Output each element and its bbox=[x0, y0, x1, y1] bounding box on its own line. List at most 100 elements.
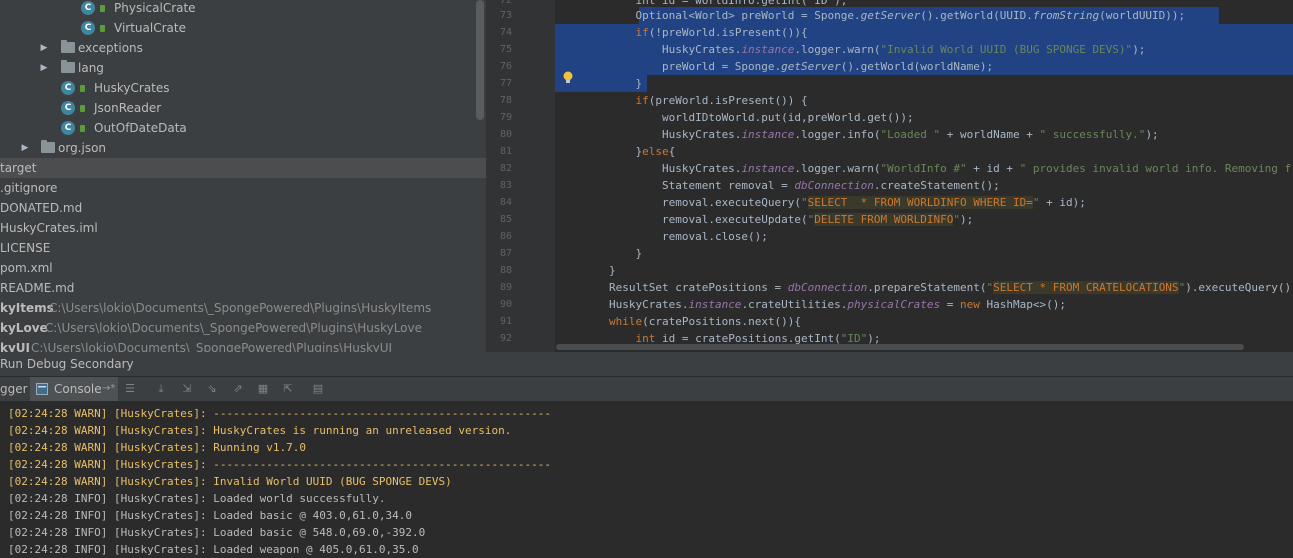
console-line: [02:24:28 WARN] [HuskyCrates]: ---------… bbox=[8, 458, 552, 471]
code-line: while(cratePositions.next()){ bbox=[608, 315, 802, 328]
line-number: 90 bbox=[499, 299, 512, 310]
tree-item-physicalcrate[interactable]: C PhysicalCrate bbox=[0, 0, 486, 18]
tree-item-virtualcrate[interactable]: C VirtualCrate bbox=[0, 18, 486, 38]
tree-scrollbar[interactable] bbox=[476, 0, 484, 120]
tree-module-huskyitems[interactable]: kyItems C:\Users\lokio\Documents\_Sponge… bbox=[0, 298, 486, 318]
code-editor[interactable]: 72 73 74 75 76 77 78 79 80 81 82 83 84 8… bbox=[486, 0, 1293, 352]
tree-item-org-json[interactable]: ▶ org.json bbox=[0, 138, 486, 158]
console-line: [02:24:28 WARN] [HuskyCrates]: ---------… bbox=[8, 407, 552, 420]
lock-icon bbox=[100, 25, 105, 32]
expand-arrow-icon[interactable]: ▶ bbox=[39, 38, 49, 58]
code-line: Statement removal = dbConnection.createS… bbox=[556, 179, 1000, 192]
code-line: HuskyCrates.instance.crateUtilities.phys… bbox=[556, 298, 1066, 311]
tree-item-jsonreader[interactable]: C JsonReader bbox=[0, 98, 486, 118]
console-line: [02:24:28 WARN] [HuskyCrates]: Running v… bbox=[8, 441, 307, 454]
line-number: 79 bbox=[499, 112, 512, 123]
code-line: }else{ bbox=[556, 145, 676, 158]
lock-icon bbox=[100, 5, 105, 12]
tree-item-license[interactable]: LICENSE bbox=[0, 238, 486, 258]
console-line: [02:24:28 INFO] [HuskyCrates]: Loaded we… bbox=[8, 543, 419, 556]
code-line: } bbox=[556, 247, 643, 260]
class-icon: C bbox=[61, 101, 75, 115]
line-number: 91 bbox=[499, 316, 512, 327]
code-line: if(preWorld.isPresent()) { bbox=[635, 94, 808, 107]
console-line: [02:24:28 INFO] [HuskyCrates]: Loaded ba… bbox=[8, 509, 412, 522]
console-output[interactable]: [02:24:28 WARN] [HuskyCrates]: ---------… bbox=[0, 401, 1293, 558]
package-icon bbox=[61, 60, 75, 73]
step-into-icon[interactable]: ⇲ bbox=[180, 382, 194, 396]
run-to-cursor-icon[interactable]: ⇱ bbox=[281, 382, 295, 396]
expand-arrow-icon[interactable]: ▶ bbox=[20, 138, 30, 158]
class-icon: C bbox=[61, 81, 75, 95]
tree-item-lang[interactable]: ▶ lang bbox=[0, 58, 486, 78]
line-number: 82 bbox=[499, 163, 512, 174]
project-tree: C PhysicalCrate C VirtualCrate ▶ excepti… bbox=[0, 0, 486, 352]
tree-item-gitignore[interactable]: .gitignore bbox=[0, 178, 486, 198]
code-line: removal.executeQuery("SELECT * FROM WORL… bbox=[556, 196, 1086, 209]
tree-module-huskylove[interactable]: kyLove C:\Users\lokio\Documents\_SpongeP… bbox=[0, 318, 486, 338]
console-line: [02:24:28 WARN] [HuskyCrates]: Invalid W… bbox=[8, 475, 452, 488]
drop-frame-icon[interactable]: ▦ bbox=[256, 382, 270, 396]
console-toolbar: gger Console →* ☰ ⤓ ⇲ ⇘ ⇗ ▦ ⇱ ▤ bbox=[0, 376, 1293, 402]
class-icon: C bbox=[81, 21, 95, 35]
code-line: ResultSet cratePositions = dbConnection.… bbox=[556, 281, 1293, 294]
code-line: HuskyCrates.instance.logger.info("Loaded… bbox=[556, 128, 1159, 141]
line-number: 76 bbox=[499, 61, 512, 72]
tree-item-iml[interactable]: HuskyCrates.iml bbox=[0, 218, 486, 238]
lock-icon bbox=[80, 125, 85, 132]
force-step-into-icon[interactable]: ⇘ bbox=[205, 382, 219, 396]
line-number: 73 bbox=[499, 10, 512, 21]
code-line: preWorld = Sponge.getServer().getWorld(w… bbox=[556, 60, 994, 73]
lock-icon bbox=[80, 105, 85, 112]
line-number: 74 bbox=[499, 27, 512, 38]
line-number: 92 bbox=[499, 333, 512, 344]
tree-item-readme[interactable]: README.md bbox=[0, 278, 486, 298]
editor-horizontal-scrollbar[interactable] bbox=[556, 344, 1244, 350]
class-icon: C bbox=[81, 1, 95, 15]
line-number: 87 bbox=[499, 248, 512, 259]
code-line: removal.executeUpdate("DELETE FROM WORLD… bbox=[556, 213, 974, 226]
code-line: if(!preWorld.isPresent()){ bbox=[635, 26, 808, 39]
line-number: 75 bbox=[499, 44, 512, 55]
package-icon bbox=[41, 140, 55, 153]
tree-item-pom[interactable]: pom.xml bbox=[0, 258, 486, 278]
console-line: [02:24:28 INFO] [HuskyCrates]: Loaded ba… bbox=[8, 526, 426, 539]
line-number: 85 bbox=[499, 214, 512, 225]
code-line: HuskyCrates.instance.logger.warn("WorldI… bbox=[556, 162, 1293, 175]
tree-item-target[interactable]: target bbox=[0, 158, 486, 178]
console-line: [02:24:28 WARN] [HuskyCrates]: HuskyCrat… bbox=[8, 424, 512, 437]
console-icon bbox=[36, 383, 48, 395]
tree-item-huskycrates[interactable]: C HuskyCrates bbox=[0, 78, 486, 98]
line-number: 81 bbox=[499, 146, 512, 157]
code-line: Optional<World> preWorld = Sponge.getSer… bbox=[556, 9, 1186, 22]
tree-item-donated[interactable]: DONATED.md bbox=[0, 198, 486, 218]
line-number: 83 bbox=[499, 180, 512, 191]
line-number: 84 bbox=[499, 197, 512, 208]
code-line: worldIDtoWorld.put(id,preWorld.get()); bbox=[556, 111, 914, 124]
tab-console[interactable]: Console →* bbox=[30, 377, 118, 401]
class-icon: C bbox=[61, 121, 75, 135]
code-line: } bbox=[556, 77, 643, 90]
code-line: removal.close(); bbox=[556, 230, 768, 243]
line-number: 89 bbox=[499, 282, 512, 293]
package-icon bbox=[61, 40, 75, 53]
line-number: 86 bbox=[499, 231, 512, 242]
line-number: 80 bbox=[499, 129, 512, 140]
expand-arrow-icon[interactable]: ▶ bbox=[39, 58, 49, 78]
panel-title: Run Debug Secondary bbox=[0, 357, 134, 371]
tab-logger[interactable]: gger bbox=[0, 377, 28, 401]
tree-module-huskyui[interactable]: kyUI C:\Users\lokio\Documents\_SpongePow… bbox=[0, 338, 486, 352]
step-out-icon[interactable]: ⇗ bbox=[231, 382, 245, 396]
evaluate-expression-icon[interactable]: ▤ bbox=[311, 382, 325, 396]
code-line: } bbox=[556, 264, 616, 277]
code-line: HuskyCrates.instance.logger.warn("Invali… bbox=[556, 43, 1146, 56]
show-execution-point-icon[interactable]: ☰ bbox=[123, 382, 137, 396]
line-gutter: 72 73 74 75 76 77 78 79 80 81 82 83 84 8… bbox=[486, 0, 555, 352]
tree-item-exceptions[interactable]: ▶ exceptions bbox=[0, 38, 486, 58]
lock-icon bbox=[80, 85, 85, 92]
step-over-icon[interactable]: ⤓ bbox=[154, 382, 168, 396]
tree-item-outofdatedata[interactable]: C OutOfDateData bbox=[0, 118, 486, 138]
run-panel-header: Run Debug Secondary bbox=[0, 352, 1293, 376]
line-number: 88 bbox=[499, 265, 512, 276]
line-number: 78 bbox=[499, 95, 512, 106]
